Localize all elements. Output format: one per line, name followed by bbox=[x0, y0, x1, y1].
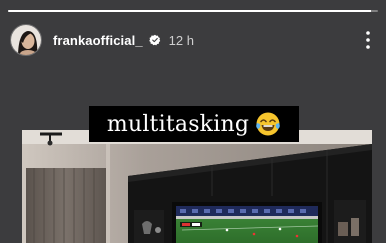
post-time: 12 h bbox=[168, 32, 194, 48]
story-progress-fill bbox=[8, 10, 371, 12]
story-header: frankaofficial_ 12 h bbox=[10, 22, 376, 58]
more-options-button[interactable] bbox=[360, 29, 376, 51]
avatar[interactable] bbox=[10, 24, 42, 56]
verified-badge-icon bbox=[148, 34, 160, 46]
more-vertical-icon bbox=[366, 31, 370, 49]
story-progress-bar bbox=[8, 10, 378, 12]
tv-screen bbox=[172, 202, 322, 243]
story-photo bbox=[22, 130, 372, 243]
username[interactable]: frankaofficial_ bbox=[53, 33, 143, 48]
caption-text: multitasking bbox=[106, 111, 250, 137]
caption-sticker: multitasking bbox=[89, 106, 299, 142]
laughing-tears-emoji-icon bbox=[256, 112, 280, 136]
